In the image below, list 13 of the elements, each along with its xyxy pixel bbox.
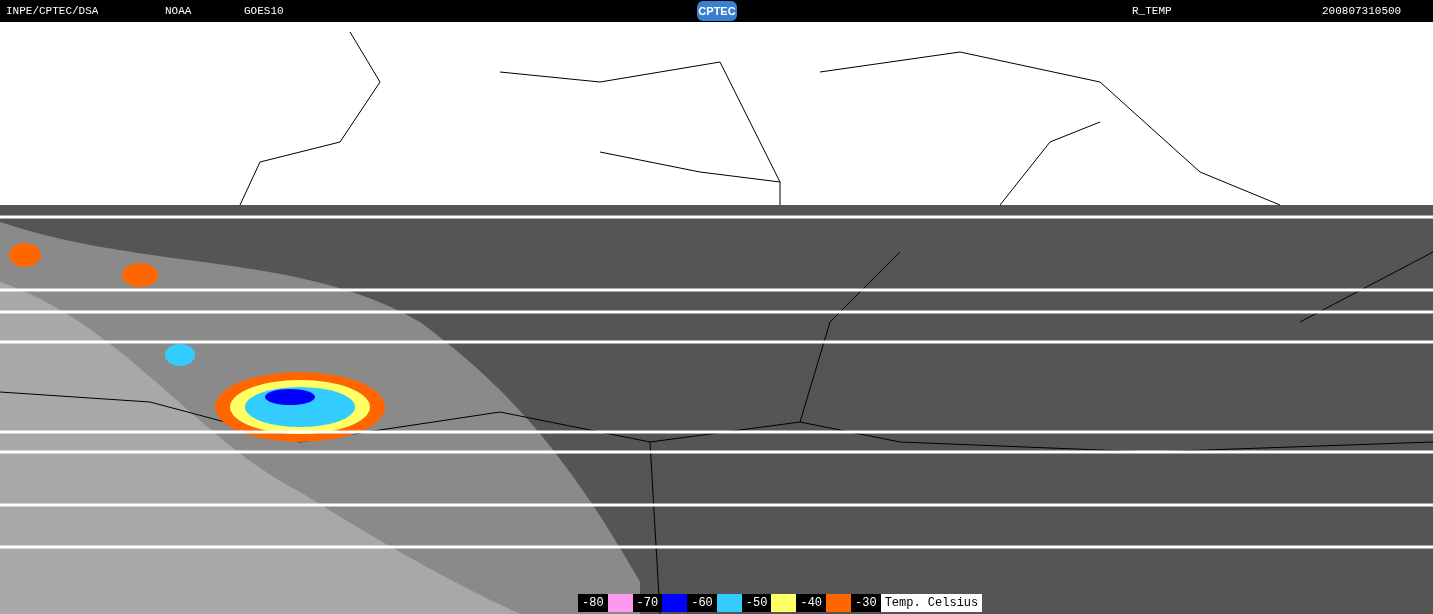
legend-label: -40 bbox=[796, 594, 827, 612]
legend-label: -80 bbox=[578, 594, 608, 612]
legend-caption: Temp. Celsius bbox=[880, 594, 983, 612]
legend-label: -50 bbox=[741, 594, 772, 612]
header-label: GOES10 bbox=[244, 4, 284, 18]
header-label: 200807310500 bbox=[1322, 4, 1402, 18]
legend-label: -70 bbox=[632, 594, 663, 612]
legend-label: -60 bbox=[687, 594, 717, 612]
logo: CPTEC bbox=[697, 1, 737, 21]
header-label: NOAA bbox=[165, 4, 192, 18]
header-label: INPE/CPTEC/DSA bbox=[6, 4, 99, 18]
legend-label: -30 bbox=[851, 594, 881, 612]
header-label: R_TEMP bbox=[1132, 4, 1172, 18]
